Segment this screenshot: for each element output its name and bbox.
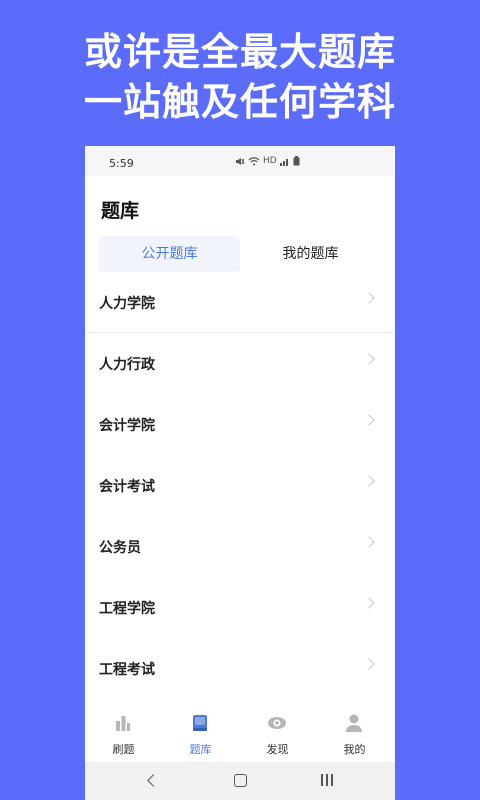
list-item[interactable]: 会计学院	[85, 394, 395, 455]
chevron-right-icon	[363, 353, 375, 365]
nav-label: 刷题	[112, 743, 135, 756]
system-nav-bar	[85, 762, 395, 800]
list-item[interactable]: 工程考试	[85, 638, 395, 699]
signal-icon	[279, 158, 288, 166]
list-item-label: 会计考试	[99, 479, 155, 495]
list-item[interactable]: 公务员	[85, 516, 395, 577]
user-icon	[346, 714, 362, 732]
back-icon[interactable]	[147, 774, 160, 787]
list-item-label: 工程考试	[99, 662, 155, 678]
book-icon	[193, 715, 207, 731]
list-item[interactable]: 工程学院	[85, 577, 395, 638]
tab-bar: 公开题库 我的题库	[99, 236, 389, 272]
chevron-right-icon	[363, 292, 375, 304]
list-item[interactable]: 人力学院	[85, 272, 395, 333]
chevron-right-icon	[363, 475, 375, 487]
hd-icon: HD	[263, 156, 277, 166]
phone-screen: 5:59 HD 题库 公开题库 我的题库 人力学院 人力行政 会计学院 会计考试…	[85, 146, 395, 800]
bottom-nav: 刷题 题库 发现 我的	[85, 694, 395, 762]
list-item-label: 人力学院	[99, 296, 155, 312]
list-item-label: 公务员	[99, 540, 141, 556]
nav-label: 发现	[266, 743, 289, 756]
bar-chart-icon	[116, 716, 130, 731]
chevron-right-icon	[363, 658, 375, 670]
nav-label: 题库	[189, 743, 212, 756]
chevron-right-icon	[363, 414, 375, 426]
nav-item-practice[interactable]: 刷题	[85, 702, 162, 756]
recent-apps-icon[interactable]	[321, 774, 333, 786]
status-time: 5:59	[109, 157, 134, 170]
nav-label: 我的	[343, 743, 366, 756]
mute-icon	[236, 157, 245, 165]
list-item-label: 会计学院	[99, 418, 155, 434]
nav-item-discover[interactable]: 发现	[239, 702, 316, 756]
page-title: 题库	[101, 200, 140, 222]
tab-public-bank[interactable]: 公开题库	[99, 236, 240, 272]
list-item-label: 工程学院	[99, 601, 155, 617]
home-icon[interactable]	[234, 774, 247, 787]
status-bar: 5:59 HD	[85, 146, 395, 176]
promo-headline-1: 或许是全最大题库	[83, 30, 396, 74]
list-item[interactable]: 会计考试	[85, 455, 395, 516]
nav-item-profile[interactable]: 我的	[316, 702, 393, 756]
eye-icon	[268, 717, 286, 729]
list-item-label: 人力行政	[99, 357, 155, 373]
battery-icon	[293, 156, 300, 166]
status-icons: HD	[235, 156, 300, 166]
tab-my-bank[interactable]: 我的题库	[240, 236, 381, 272]
promo-headline-2: 一站触及任何学科	[83, 80, 396, 124]
list-item[interactable]: 人力行政	[85, 333, 395, 394]
chevron-right-icon	[363, 536, 375, 548]
nav-item-question-bank[interactable]: 题库	[162, 702, 239, 756]
wifi-icon	[248, 156, 260, 165]
chevron-right-icon	[363, 597, 375, 609]
